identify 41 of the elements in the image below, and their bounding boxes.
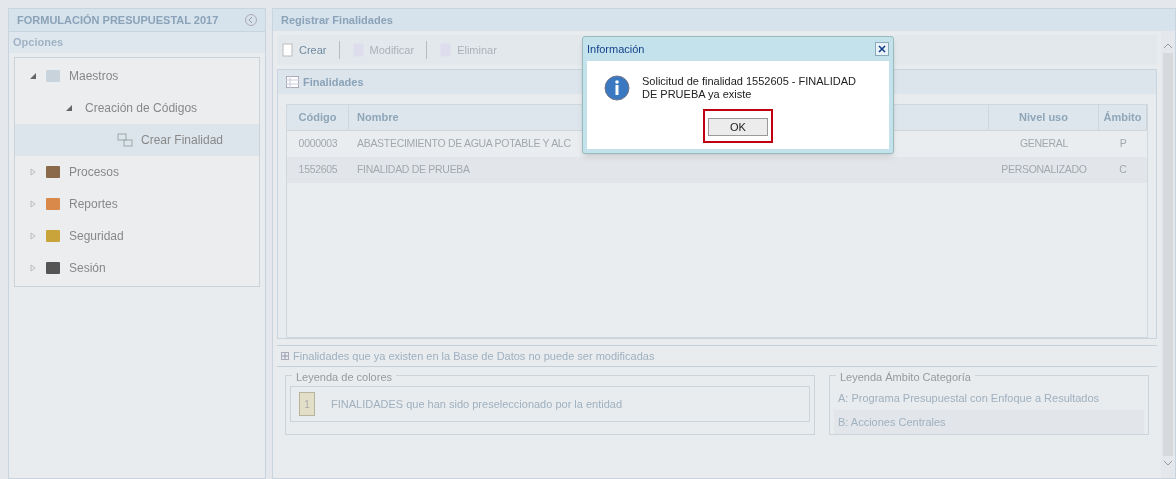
panel-title: Registrar Finalidades bbox=[281, 12, 393, 28]
table-cell-text: P bbox=[1118, 136, 1128, 152]
scroll-up-icon bbox=[1164, 43, 1172, 49]
tree-item[interactable]: Sesión bbox=[69, 259, 106, 277]
legend-label: FINALIDADES que han sido preseleccionado por la entidad bbox=[331, 396, 623, 412]
table-cell-text: PERSONALIZADO bbox=[1000, 162, 1088, 178]
info-icon bbox=[604, 75, 630, 101]
table-cell-text: 1552605 bbox=[297, 162, 339, 178]
grid-icon bbox=[286, 76, 299, 88]
close-button[interactable] bbox=[875, 42, 889, 56]
column-header[interactable]: Ámbito bbox=[1099, 105, 1147, 130]
table-cell-text: C bbox=[1118, 162, 1128, 178]
legend-label: A: Programa Presupuestal con Enfoque a Resultados bbox=[838, 390, 1100, 406]
legend-label: B: Acciones Centrales bbox=[838, 414, 946, 430]
tree-item[interactable]: Reportes bbox=[69, 195, 118, 213]
panel-title: FORMULACIÓN PRESUPUESTAL 2017 bbox=[17, 12, 219, 28]
tree-item[interactable]: Seguridad bbox=[69, 227, 124, 245]
chevron-left-icon bbox=[248, 17, 254, 23]
document-icon bbox=[281, 43, 295, 57]
section-title: Opciones bbox=[13, 35, 64, 51]
legend-title: Leyenda Ámbito Categoría bbox=[836, 369, 975, 386]
table-cell-text: GENERAL bbox=[1018, 136, 1070, 152]
scroll-down-icon bbox=[1164, 460, 1172, 466]
info-note: Finalidades que ya existen en la Base de Datos no puede ser modificadas bbox=[293, 348, 655, 364]
table-cell-text: FINALIDAD DE PRUEBA bbox=[356, 162, 471, 178]
toolbar-button[interactable]: Crear bbox=[277, 41, 331, 59]
table-cell-text: 0000003 bbox=[297, 136, 339, 152]
dialog-message: Solicitud de finalidad 1552605 - FINALIDAD DE PRUEBA ya existe bbox=[642, 75, 857, 101]
tree-item[interactable]: Creación de Códigos bbox=[85, 99, 198, 117]
column-header[interactable]: Nivel uso bbox=[989, 105, 1099, 130]
grid-title: Finalidades bbox=[303, 74, 364, 90]
column-header[interactable]: Código bbox=[287, 105, 349, 130]
expand-icon[interactable] bbox=[281, 352, 289, 360]
network-icon bbox=[117, 133, 133, 147]
ok-button[interactable]: OK bbox=[708, 118, 768, 136]
tree-item[interactable]: Maestros bbox=[69, 67, 119, 85]
tree-item[interactable]: Crear Finalidad bbox=[141, 131, 224, 149]
scrollbar[interactable] bbox=[1161, 31, 1175, 478]
table-cell-text: ABASTECIMIENTO DE AGUA POTABLE Y ALC bbox=[356, 136, 572, 152]
dialog-title: Información bbox=[587, 41, 645, 57]
tree-item[interactable]: Procesos bbox=[69, 163, 120, 181]
